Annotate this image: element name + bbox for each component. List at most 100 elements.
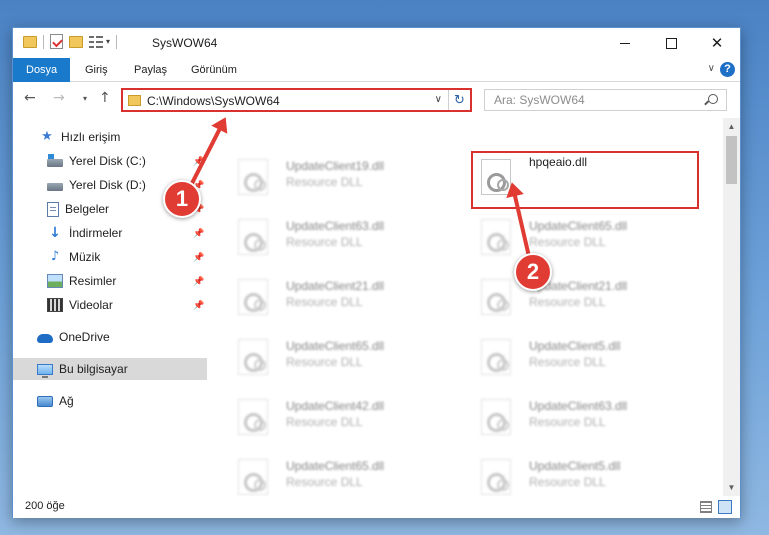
drive-icon [47, 182, 63, 191]
video-icon [47, 298, 63, 312]
scroll-down-icon[interactable]: ▼ [723, 479, 740, 496]
network-icon [37, 395, 53, 407]
sidebar-item-pictures[interactable]: Resimler 📌 [13, 270, 207, 292]
expand-ribbon-icon[interactable]: ∨ [708, 63, 715, 74]
folder-icon [128, 95, 141, 106]
sidebar-item-label: İndirmeler [69, 226, 123, 240]
download-icon: ↓ [49, 225, 61, 241]
sidebar-item-quick-access[interactable]: ★ Hızlı erişim [13, 126, 207, 148]
file-item[interactable]: UpdateClient21.dll Resource DLL [471, 271, 701, 331]
scrollbar-thumb[interactable] [726, 136, 737, 184]
window-title: SysWOW64 [152, 36, 218, 50]
file-name: UpdateClient65.dll [286, 459, 385, 473]
annotation-marker-2: 2 [514, 253, 552, 291]
computer-icon [37, 363, 53, 378]
dll-file-icon [238, 459, 268, 495]
dll-file-icon [481, 219, 511, 255]
vertical-scrollbar[interactable]: ▲ ▼ [723, 118, 740, 496]
file-item[interactable]: UpdateClient42.dll Resource DLL [228, 391, 458, 451]
sidebar-item-music[interactable]: ♪ Müzik 📌 [13, 246, 207, 268]
file-item[interactable]: UpdateClient65.dll Resource DLL [228, 451, 458, 496]
new-folder-icon[interactable] [69, 35, 83, 48]
file-type: Resource DLL [529, 475, 606, 489]
recent-locations-icon[interactable]: ▾ [83, 94, 87, 103]
file-item[interactable]: UpdateClient5.dll Resource DLL [471, 451, 701, 496]
file-type: Resource DLL [286, 295, 363, 309]
sidebar-item-downloads[interactable]: ↓ İndirmeler 📌 [13, 222, 207, 244]
file-item[interactable]: UpdateClient5.dll Resource DLL [471, 331, 701, 391]
toolbar-divider [43, 34, 44, 49]
file-type: Resource DLL [286, 475, 363, 489]
refresh-icon[interactable]: ↻ [448, 90, 470, 110]
sidebar-item-label: Hızlı erişim [61, 130, 121, 144]
tab-view[interactable]: Görünüm [191, 58, 237, 82]
file-item[interactable]: UpdateClient21.dll Resource DLL [228, 271, 458, 331]
annotation-marker-1: 1 [163, 180, 201, 218]
quick-access-toolbar: ▾ [23, 34, 123, 49]
close-button[interactable]: ✕ [694, 28, 740, 58]
file-item[interactable]: UpdateClient65.dll Resource DLL [471, 211, 701, 271]
file-type: Resource DLL [286, 175, 363, 189]
file-type: Resource DLL [286, 355, 363, 369]
sidebar-item-label: Yerel Disk (D:) [69, 178, 146, 192]
minimize-button[interactable] [602, 28, 648, 58]
pin-icon[interactable]: 📌 [193, 228, 204, 239]
address-dropdown-icon[interactable]: ∨ [435, 94, 442, 105]
dll-file-icon [481, 279, 511, 315]
sidebar-item-network[interactable]: Ağ [13, 390, 207, 412]
scroll-up-icon[interactable]: ▲ [723, 118, 740, 135]
view-layout-icon[interactable] [89, 35, 103, 48]
pin-icon[interactable]: 📌 [193, 300, 204, 311]
file-item[interactable]: UpdateClient19.dll Resource DLL [228, 151, 458, 211]
dll-file-icon [481, 339, 511, 375]
navigation-pane: ★ Hızlı erişim Yerel Disk (C:) 📌 Yerel D… [13, 118, 207, 496]
music-icon: ♪ [50, 249, 60, 264]
file-type: Resource DLL [529, 415, 606, 429]
pin-icon[interactable]: 📌 [193, 276, 204, 287]
dll-file-icon [238, 219, 268, 255]
back-arrow-icon[interactable]: ← [24, 90, 36, 106]
customize-caret-icon[interactable]: ▾ [106, 37, 110, 46]
file-item[interactable]: UpdateClient65.dll Resource DLL [228, 331, 458, 391]
tab-share[interactable]: Paylaş [134, 58, 167, 82]
pictures-icon [47, 274, 63, 288]
search-input[interactable]: Ara: SysWOW64 [484, 89, 727, 111]
help-icon[interactable]: ? [720, 62, 735, 77]
maximize-button[interactable] [648, 28, 694, 58]
search-placeholder: Ara: SysWOW64 [494, 93, 585, 107]
ribbon-tabs: Dosya Giriş Paylaş Görünüm ∨ ? [13, 58, 740, 82]
dll-file-icon [481, 399, 511, 435]
sidebar-item-onedrive[interactable]: OneDrive [13, 326, 207, 348]
file-name: UpdateClient19.dll [286, 159, 385, 173]
tab-home[interactable]: Giriş [85, 58, 108, 82]
file-type: Resource DLL [529, 355, 606, 369]
dll-file-icon [481, 459, 511, 495]
tab-file[interactable]: Dosya [13, 58, 71, 82]
search-icon[interactable] [708, 94, 718, 104]
toolbar-divider [116, 34, 118, 49]
file-name: UpdateClient65.dll [286, 339, 385, 353]
sidebar-item-videos[interactable]: Videolar 📌 [13, 294, 207, 316]
file-item[interactable]: UpdateClient63.dll Resource DLL [228, 211, 458, 271]
sidebar-item-label: Ağ [59, 394, 74, 408]
pin-icon[interactable]: 📌 [193, 252, 204, 263]
address-path[interactable]: C:\Windows\SysWOW64 [147, 94, 280, 108]
file-item[interactable]: UpdateClient63.dll Resource DLL [471, 391, 701, 451]
address-bar[interactable]: C:\Windows\SysWOW64 ∨ ↻ [121, 88, 472, 112]
sidebar-item-disk-c[interactable]: Yerel Disk (C:) 📌 [13, 150, 207, 172]
properties-icon[interactable] [50, 34, 63, 49]
folder-icon[interactable] [23, 35, 37, 48]
file-name: UpdateClient65.dll [529, 219, 628, 233]
status-bar: 200 öğe [13, 496, 740, 518]
file-name: UpdateClient63.dll [529, 399, 628, 413]
sidebar-item-this-pc[interactable]: Bu bilgisayar [13, 358, 207, 380]
tiles-view-icon[interactable] [718, 500, 732, 514]
up-arrow-icon[interactable]: ↑ [99, 90, 111, 106]
forward-arrow-icon[interactable]: → [53, 90, 65, 106]
dll-file-icon [238, 399, 268, 435]
sidebar-item-label: Videolar [69, 298, 113, 312]
dll-file-icon [238, 279, 268, 315]
details-view-icon[interactable] [700, 501, 712, 513]
explorer-window: ▾ SysWOW64 ✕ Dosya Giriş Paylaş Görünüm … [12, 27, 741, 518]
drive-icon [47, 153, 63, 167]
